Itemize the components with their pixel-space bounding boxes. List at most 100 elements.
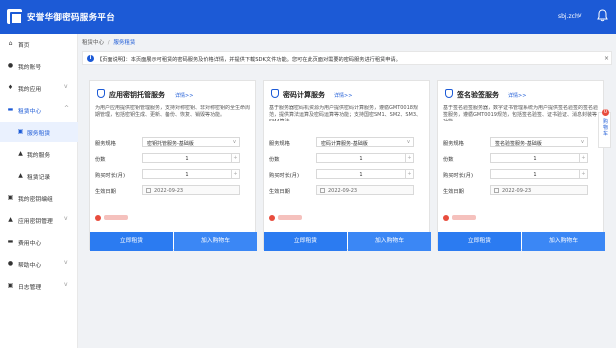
user-name[interactable]: sbj.zch: [558, 13, 579, 20]
breadcrumb-parent[interactable]: 租赁中心: [82, 40, 104, 46]
key-manage-icon: ▣: [7, 194, 14, 201]
card-title: 签名验签服务: [457, 91, 499, 99]
top-bar: 安誉华御密码服务平台 sbj.zch v: [0, 0, 616, 34]
duration-value: 1: [185, 172, 189, 178]
service-card: 应用密钥托管服务 详情>> 为用户应用提供密钥管理服务，支持对称密钥、非对称密钥…: [89, 80, 257, 251]
breadcrumb-current: 服务租赁: [113, 40, 136, 46]
lease-now-button[interactable]: 立即租赁: [90, 232, 173, 251]
count-stepper[interactable]: 1 +: [316, 153, 414, 163]
sidebar-item-app-key[interactable]: ▲ 应用密钥管理 v: [0, 210, 78, 230]
sidebar-item-help-center[interactable]: ● 帮助中心 v: [0, 254, 78, 274]
spec-label: 服务规格: [95, 141, 116, 147]
card-detail-link[interactable]: 详情>>: [175, 92, 193, 99]
chevron-down-icon: v: [581, 139, 584, 145]
my-service-icon: ▲: [18, 150, 23, 157]
count-value: 1: [533, 156, 537, 162]
calendar-icon: [494, 188, 499, 193]
price-icon: [95, 215, 101, 221]
chevron-down-icon: v: [64, 83, 68, 90]
sidebar-item-log-manage[interactable]: ▣ 日志管理 v: [0, 276, 78, 296]
card-description: 基于服务器密码机资源为用户提供密码计算服务，遵循GMT0018规范，提供算法运算…: [269, 105, 422, 121]
spec-select[interactable]: 密码计算服务-基础版 v: [316, 137, 414, 147]
date-value: 2022-09-23: [328, 188, 358, 194]
count-label: 份数: [443, 157, 454, 163]
cart-count-badge: 0: [602, 109, 609, 116]
spec-select[interactable]: 签名验签服务-基础版 v: [490, 137, 588, 147]
count-stepper[interactable]: 1 +: [490, 153, 588, 163]
stepper-plus-icon[interactable]: +: [405, 154, 413, 162]
card-title: 应用密钥托管服务: [109, 91, 165, 99]
sidebar-item-fee-center[interactable]: ▬ 费用中心: [0, 232, 78, 252]
notice-bar: i 【页面说明】：本页面展示可租赁的密码服务及价格详情，并提供下载SDK文件功能…: [82, 51, 612, 65]
duration-stepper[interactable]: 1 +: [142, 169, 240, 179]
price-icon: [443, 215, 449, 221]
spec-value: 签名验签服务-基础版: [495, 141, 542, 147]
sidebar-item-key-group[interactable]: ▣ 我的密钥编组: [0, 188, 78, 208]
service-lease-icon: ▣: [17, 128, 24, 135]
stepper-plus-icon[interactable]: +: [579, 154, 587, 162]
sidebar-item-lease-center[interactable]: ▬ 租赁中心 ^: [0, 100, 78, 120]
duration-stepper[interactable]: 1 +: [316, 169, 414, 179]
price-value: [104, 215, 128, 220]
lease-now-button[interactable]: 立即租赁: [438, 232, 521, 251]
sidebar-item-my-service[interactable]: ▲ 我的服务: [0, 144, 78, 164]
price-value: [278, 215, 302, 220]
sidebar-item-label: 费用中心: [18, 241, 42, 247]
date-label: 生效日期: [269, 189, 290, 195]
date-value: 2022-09-23: [154, 188, 184, 194]
count-label: 份数: [269, 157, 280, 163]
sidebar-item-my-apps[interactable]: ♦ 我的应用 v: [0, 78, 78, 98]
date-field[interactable]: 2022-09-23: [316, 185, 414, 195]
duration-label: 购买时长(月): [95, 173, 125, 179]
card-detail-link[interactable]: 详情>>: [334, 92, 352, 99]
close-icon[interactable]: ×: [604, 55, 609, 62]
add-to-cart-button[interactable]: 加入购物车: [348, 232, 431, 251]
duration-stepper[interactable]: 1 +: [490, 169, 588, 179]
breadcrumb: 租赁中心 / 服务租赁: [82, 38, 135, 46]
card-detail-link[interactable]: 详情>>: [508, 92, 526, 99]
app-icon: ♦: [7, 84, 14, 91]
date-label: 生效日期: [443, 189, 464, 195]
stepper-plus-icon[interactable]: +: [231, 170, 239, 178]
sidebar-item-label: 应用密钥管理: [18, 219, 53, 225]
stepper-plus-icon[interactable]: +: [579, 170, 587, 178]
sidebar-item-label: 日志管理: [18, 285, 42, 291]
count-stepper[interactable]: 1 +: [142, 153, 240, 163]
card-description: 为用户应用提供密钥管理服务，支持对称密钥、非对称密钥的全生命周期管理，包括密钥生…: [95, 105, 251, 118]
chevron-down-icon: v: [407, 139, 410, 145]
add-to-cart-button[interactable]: 加入购物车: [174, 232, 257, 251]
shield-icon: [271, 89, 279, 98]
price-icon: [269, 215, 275, 221]
duration-value: 1: [533, 172, 537, 178]
stepper-plus-icon[interactable]: +: [231, 154, 239, 162]
app-title: 安誉华御密码服务平台: [27, 13, 116, 23]
bell-icon[interactable]: [597, 9, 608, 22]
floating-cart-tab[interactable]: 0 购物车: [598, 109, 611, 148]
spec-label: 服务规格: [443, 141, 464, 147]
sidebar-item-my-account[interactable]: ● 我的账号: [0, 56, 78, 76]
fee-icon: ▬: [7, 238, 14, 245]
lease-now-button[interactable]: 立即租赁: [264, 232, 347, 251]
count-value: 1: [359, 156, 363, 162]
sidebar-item-label: 我的密钥编组: [18, 197, 53, 203]
stepper-plus-icon[interactable]: +: [405, 170, 413, 178]
add-to-cart-button[interactable]: 加入购物车: [522, 232, 605, 251]
date-field[interactable]: 2022-09-23: [490, 185, 588, 195]
date-label: 生效日期: [95, 189, 116, 195]
spec-select[interactable]: 密钥托管服务-基础版 v: [142, 137, 240, 147]
calendar-icon: [320, 188, 325, 193]
help-icon: ●: [7, 260, 14, 267]
sidebar-item-label: 我的服务: [27, 153, 51, 159]
sidebar-item-service-lease[interactable]: ▣ 服务租赁: [0, 122, 78, 142]
service-card: 签名验签服务 详情>> 基于签名验签服务器，数字证书管理系统为用户提供签名验签的…: [437, 80, 605, 251]
count-label: 份数: [95, 157, 106, 163]
sidebar-item-label: 帮助中心: [18, 263, 42, 269]
date-value: 2022-09-23: [502, 188, 532, 194]
date-field[interactable]: 2022-09-23: [142, 185, 240, 195]
sidebar-item-lease-record[interactable]: ▲ 租赁记录: [0, 166, 78, 186]
chevron-down-icon[interactable]: v: [578, 12, 582, 19]
price-value: [452, 215, 476, 220]
sidebar-item-home[interactable]: ⌂ 首页: [0, 34, 78, 54]
sidebar-item-label: 我的应用: [18, 87, 42, 93]
chevron-up-icon: ^: [64, 105, 70, 112]
